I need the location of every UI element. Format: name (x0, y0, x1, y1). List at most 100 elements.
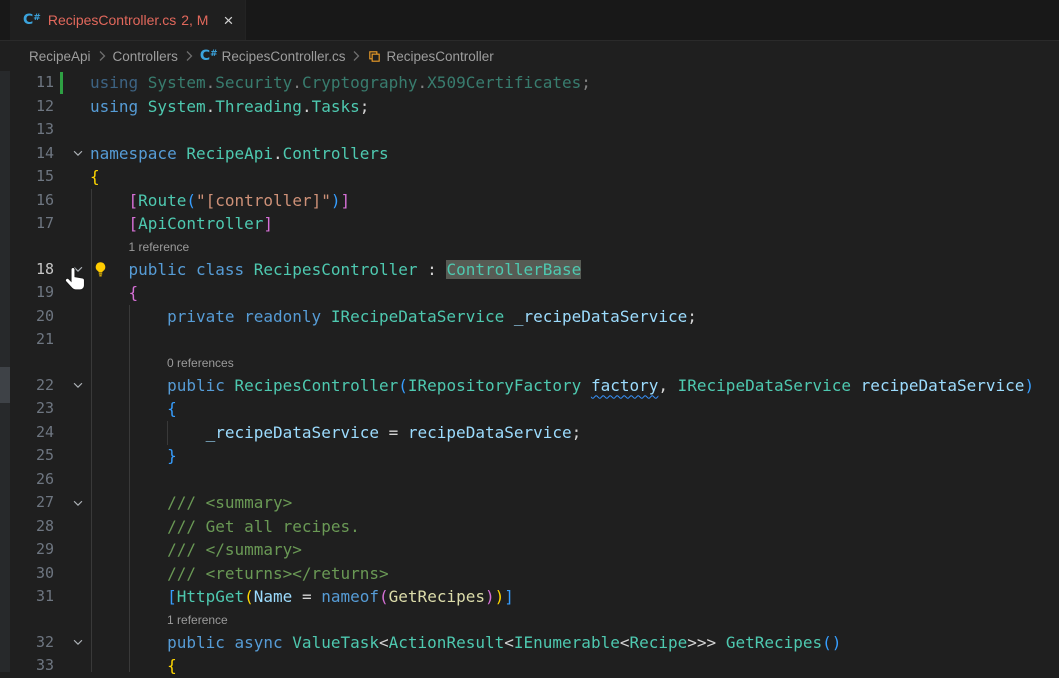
gutter-decorations (58, 397, 66, 421)
vscode-window: C# RecipesController.cs 2, M × RecipeApi… (0, 0, 1059, 672)
code-line-20[interactable]: 20 private readonly IRecipeDataService _… (0, 305, 1059, 329)
gutter-decorations (58, 328, 66, 352)
gutter-decorations (58, 305, 66, 329)
code-line-18[interactable]: 18 public class RecipesController : Cont… (0, 258, 1059, 282)
fold-gutter (66, 468, 90, 492)
code-line-17[interactable]: 17 [ApiController] (0, 212, 1059, 236)
code-text: { (90, 165, 100, 189)
editor-tab[interactable]: C# RecipesController.cs 2, M × (10, 0, 246, 40)
gutter-decorations (58, 654, 66, 678)
squiggle-warning: factory (591, 376, 658, 395)
code-line-26[interactable]: 26 (0, 468, 1059, 492)
code-line-14[interactable]: 14namespace RecipeApi.Controllers (0, 142, 1059, 166)
close-tab-icon[interactable]: × (223, 12, 233, 29)
code-line-19[interactable]: 19 { (0, 281, 1059, 305)
code-text: public class RecipesController : Control… (90, 258, 581, 282)
gutter-decorations (58, 71, 66, 95)
code-line-33[interactable]: 33 { (0, 654, 1059, 678)
code-line-12[interactable]: 12using System.Threading.Tasks; (0, 95, 1059, 119)
code-text: _recipeDataService = recipeDataService; (90, 421, 581, 445)
breadcrumb-item-recipescontroller[interactable]: RecipesController (367, 49, 493, 64)
gutter-decorations (58, 491, 66, 515)
code-text: namespace RecipeApi.Controllers (90, 142, 389, 166)
tab-modified-badge: 2, M (181, 12, 208, 28)
breadcrumb: RecipeApi Controllers C#RecipesController.… (0, 41, 1059, 71)
code-text: [HttpGet(Name = nameof(GetRecipes))] (90, 585, 514, 609)
code-line-15[interactable]: 15{ (0, 165, 1059, 189)
gutter-decorations (58, 515, 66, 539)
gutter-decorations (58, 585, 66, 609)
code-text: /// Get all recipes. (90, 515, 360, 539)
breadcrumb-label: RecipesController.cs (222, 49, 346, 64)
gutter-decorations (58, 421, 66, 445)
breadcrumb-label: Controllers (113, 49, 178, 64)
code-text: using System.Threading.Tasks; (90, 95, 369, 119)
gutter-decorations (58, 444, 66, 468)
code-line-24[interactable]: 24 _recipeDataService = recipeDataServic… (0, 421, 1059, 445)
code-text: /// <summary> (90, 491, 292, 515)
gutter-decorations (58, 142, 66, 166)
code-line-16[interactable]: 16 [Route("[controller]")] (0, 189, 1059, 213)
code-line-27[interactable]: 27 /// <summary> (0, 491, 1059, 515)
scrollbar-thumb[interactable] (0, 367, 10, 403)
codelens-reference[interactable]: 0 references (0, 352, 1059, 374)
fold-gutter (66, 95, 90, 119)
code-line-31[interactable]: 31 [HttpGet(Name = nameof(GetRecipes))] (0, 585, 1059, 609)
gutter-decorations (58, 374, 66, 398)
fold-gutter (66, 71, 90, 95)
gutter-decorations (58, 631, 66, 655)
code-line-21[interactable]: 21 (0, 328, 1059, 352)
tab-title: RecipesController.cs (48, 12, 176, 28)
code-text: { (90, 397, 177, 421)
fold-gutter (66, 654, 90, 678)
codelens-reference[interactable]: 1 reference (0, 236, 1059, 258)
breadcrumb-item-recipescontroller-cs[interactable]: C#RecipesController.cs (200, 49, 346, 64)
mouse-hand-cursor (63, 266, 87, 301)
code-line-30[interactable]: 30 /// <returns></returns> (0, 562, 1059, 586)
breadcrumb-item-recipeapi[interactable]: RecipeApi (29, 49, 91, 64)
chevron-right-icon (97, 50, 107, 62)
word-highlight: ControllerBase (446, 260, 581, 279)
code-line-13[interactable]: 13 (0, 118, 1059, 142)
fold-gutter (66, 444, 90, 468)
gutter-decorations (58, 165, 66, 189)
breadcrumb-label: RecipesController (386, 49, 493, 64)
fold-chevron-icon[interactable] (66, 631, 90, 655)
code-editor: 11using System.Security.Cryptography.X50… (0, 71, 1059, 672)
breadcrumb-item-controllers[interactable]: Controllers (113, 49, 178, 64)
fold-chevron-icon[interactable] (66, 491, 90, 515)
csharp-file-icon: C# (23, 13, 41, 27)
gutter-decorations (58, 212, 66, 236)
code-text: using System.Security.Cryptography.X509C… (90, 71, 591, 95)
code-text: /// </summary> (90, 538, 302, 562)
gutter-decorations (58, 95, 66, 119)
fold-gutter (66, 328, 90, 352)
code-text: /// <returns></returns> (90, 562, 389, 586)
fold-gutter (66, 118, 90, 142)
fold-gutter (66, 562, 90, 586)
code-text: public async ValueTask<ActionResult<IEnu… (90, 631, 841, 655)
code-line-25[interactable]: 25 } (0, 444, 1059, 468)
breadcrumb-label: RecipeApi (29, 49, 91, 64)
symbol-class-icon (367, 49, 382, 64)
fold-chevron-icon[interactable] (66, 142, 90, 166)
fold-gutter (66, 585, 90, 609)
gutter-decorations (58, 189, 66, 213)
gutter-decorations (58, 562, 66, 586)
fold-gutter (66, 212, 90, 236)
left-scrollbar[interactable] (0, 71, 10, 672)
code-line-23[interactable]: 23 { (0, 397, 1059, 421)
fold-chevron-icon[interactable] (66, 374, 90, 398)
code-line-28[interactable]: 28 /// Get all recipes. (0, 515, 1059, 539)
gutter-decorations (58, 118, 66, 142)
fold-gutter (66, 165, 90, 189)
code-text: private readonly IRecipeDataService _rec… (90, 305, 697, 329)
code-line-22[interactable]: 22 public RecipesController(IRepositoryF… (0, 374, 1059, 398)
code-line-29[interactable]: 29 /// </summary> (0, 538, 1059, 562)
lightbulb-icon[interactable] (92, 261, 109, 278)
codelens-reference[interactable]: 1 reference (0, 609, 1059, 631)
gutter-decorations (58, 468, 66, 492)
fold-gutter (66, 421, 90, 445)
code-line-32[interactable]: 32 public async ValueTask<ActionResult<I… (0, 631, 1059, 655)
code-line-11[interactable]: 11using System.Security.Cryptography.X50… (0, 71, 1059, 95)
